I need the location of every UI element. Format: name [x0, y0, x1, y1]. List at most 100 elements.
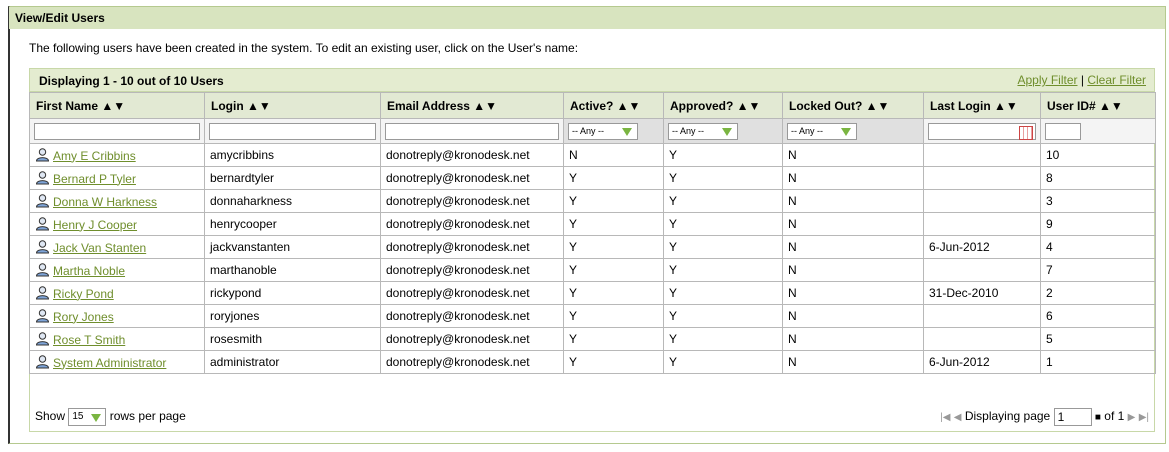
cell-approved: Y	[663, 143, 783, 167]
cell-login: henrycooper	[204, 212, 381, 236]
user-icon	[35, 216, 50, 230]
rows-per-page-select[interactable]: 15	[68, 408, 107, 426]
filter-locked-select[interactable]: -- Any --	[787, 122, 857, 140]
user-name-link[interactable]: Rose T Smith	[53, 333, 125, 347]
clear-filter-link[interactable]: Clear Filter	[1087, 73, 1146, 87]
panel-title: View/Edit Users	[9, 7, 1165, 29]
user-icon	[35, 285, 50, 299]
cell-approved: Y	[663, 189, 783, 213]
cell-locked: N	[782, 235, 924, 259]
cell-active: Y	[563, 327, 664, 351]
filter-first-name-cell	[29, 118, 205, 144]
col-active[interactable]: Active? ▲▼	[563, 92, 664, 119]
cell-last-login	[923, 166, 1041, 190]
cell-approved: Y	[663, 258, 783, 282]
user-name-link[interactable]: Rory Jones	[53, 310, 114, 324]
cell-first-name: Rose T Smith	[29, 327, 205, 351]
cell-last-login	[923, 304, 1041, 328]
cell-id: 4	[1040, 235, 1156, 259]
cell-active: Y	[563, 350, 664, 374]
apply-filter-link[interactable]: Apply Filter	[1017, 73, 1077, 87]
cell-first-name: Ricky Pond	[29, 281, 205, 305]
filter-email-input[interactable]	[385, 122, 559, 140]
cell-locked: N	[782, 189, 924, 213]
cell-id: 7	[1040, 258, 1156, 282]
cell-last-login	[923, 327, 1041, 351]
cell-first-name: Bernard P Tyler	[29, 166, 205, 190]
cell-approved: Y	[663, 166, 783, 190]
filter-links: Apply Filter | Clear Filter	[1017, 73, 1146, 87]
user-icon	[35, 239, 50, 253]
filter-email-cell	[380, 118, 564, 144]
show-label: Show	[35, 409, 66, 424]
filter-login-input[interactable]	[209, 122, 376, 140]
user-name-link[interactable]: Amy E Cribbins	[53, 149, 136, 163]
page-number-input[interactable]: 1	[1053, 408, 1092, 426]
last-page-icon[interactable]: ▶|	[1139, 412, 1149, 423]
cell-email: donotreply@kronodesk.net	[380, 350, 564, 374]
cell-active: Y	[563, 304, 664, 328]
cell-email: donotreply@kronodesk.net	[380, 281, 564, 305]
filter-login-cell	[204, 118, 381, 144]
cell-email: donotreply@kronodesk.net	[380, 258, 564, 282]
col-first-name[interactable]: First Name ▲▼	[29, 92, 205, 119]
filter-user-id-input[interactable]	[1045, 122, 1081, 140]
next-page-icon[interactable]: ▶	[1128, 412, 1136, 423]
cell-first-name: Henry J Cooper	[29, 212, 205, 236]
user-icon	[35, 262, 50, 276]
col-locked-out[interactable]: Locked Out? ▲▼	[782, 92, 924, 119]
cell-approved: Y	[663, 350, 783, 374]
cell-active: Y	[563, 235, 664, 259]
cell-active: Y	[563, 212, 664, 236]
cell-approved: Y	[663, 327, 783, 351]
user-name-link[interactable]: Ricky Pond	[53, 287, 114, 301]
user-name-link[interactable]: Bernard P Tyler	[53, 172, 136, 186]
cell-id: 2	[1040, 281, 1156, 305]
users-table: First Name ▲▼ Login ▲▼ Email Address ▲▼ …	[29, 92, 1156, 374]
prev-page-icon[interactable]: ◀	[954, 412, 962, 423]
calendar-icon[interactable]	[1019, 125, 1033, 140]
cell-approved: Y	[663, 304, 783, 328]
cell-id: 5	[1040, 327, 1156, 351]
user-icon	[35, 308, 50, 322]
col-last-login[interactable]: Last Login ▲▼	[923, 92, 1041, 119]
cell-last-login	[923, 212, 1041, 236]
table-row: Amy E Cribbins amycribbins donotreply@kron…	[29, 143, 1156, 167]
grid-footer: Show 15 rows per page |◀ ◀ Displaying pa…	[29, 402, 1155, 432]
filter-active-select[interactable]: -- Any --	[568, 122, 638, 140]
filter-separator: |	[1080, 73, 1084, 87]
first-page-icon[interactable]: |◀	[940, 412, 950, 423]
filter-last-login-input[interactable]	[928, 122, 1036, 140]
col-login[interactable]: Login ▲▼	[204, 92, 381, 119]
cell-last-login	[923, 258, 1041, 282]
col-user-id[interactable]: User ID# ▲▼	[1040, 92, 1156, 119]
cell-locked: N	[782, 258, 924, 282]
pager: |◀ ◀ Displaying page 1 ■ of 1 ▶ ▶|	[940, 408, 1149, 426]
cell-login: bernardtyler	[204, 166, 381, 190]
cell-locked: N	[782, 327, 924, 351]
user-name-link[interactable]: Jack Van Stanten	[53, 241, 146, 255]
rows-per-page-control: Show 15 rows per page	[35, 408, 186, 426]
displaying-page-label: Displaying page	[964, 409, 1051, 424]
rows-per-page-label: rows per page	[109, 409, 186, 424]
filter-first-name-input[interactable]	[34, 122, 200, 140]
user-name-link[interactable]: Donna W Harkness	[53, 195, 157, 209]
cell-id: 8	[1040, 166, 1156, 190]
col-approved[interactable]: Approved? ▲▼	[663, 92, 783, 119]
cell-id: 3	[1040, 189, 1156, 213]
cell-email: donotreply@kronodesk.net	[380, 212, 564, 236]
cell-locked: N	[782, 143, 924, 167]
user-name-link[interactable]: System Administrator	[53, 356, 166, 370]
cell-first-name: Donna W Harkness	[29, 189, 205, 213]
cell-locked: N	[782, 212, 924, 236]
cell-id: 9	[1040, 212, 1156, 236]
filter-active-cell: -- Any --	[563, 118, 664, 144]
cell-last-login	[923, 143, 1041, 167]
filter-approved-select[interactable]: -- Any --	[668, 122, 738, 140]
user-name-link[interactable]: Martha Noble	[53, 264, 125, 278]
refresh-icon[interactable]: ■	[1095, 412, 1101, 423]
col-email[interactable]: Email Address ▲▼	[380, 92, 564, 119]
header-row: First Name ▲▼ Login ▲▼ Email Address ▲▼ …	[29, 92, 1156, 119]
table-row: Bernard P Tyler bernardtyler donotreply@kr…	[29, 166, 1156, 190]
user-name-link[interactable]: Henry J Cooper	[53, 218, 137, 232]
